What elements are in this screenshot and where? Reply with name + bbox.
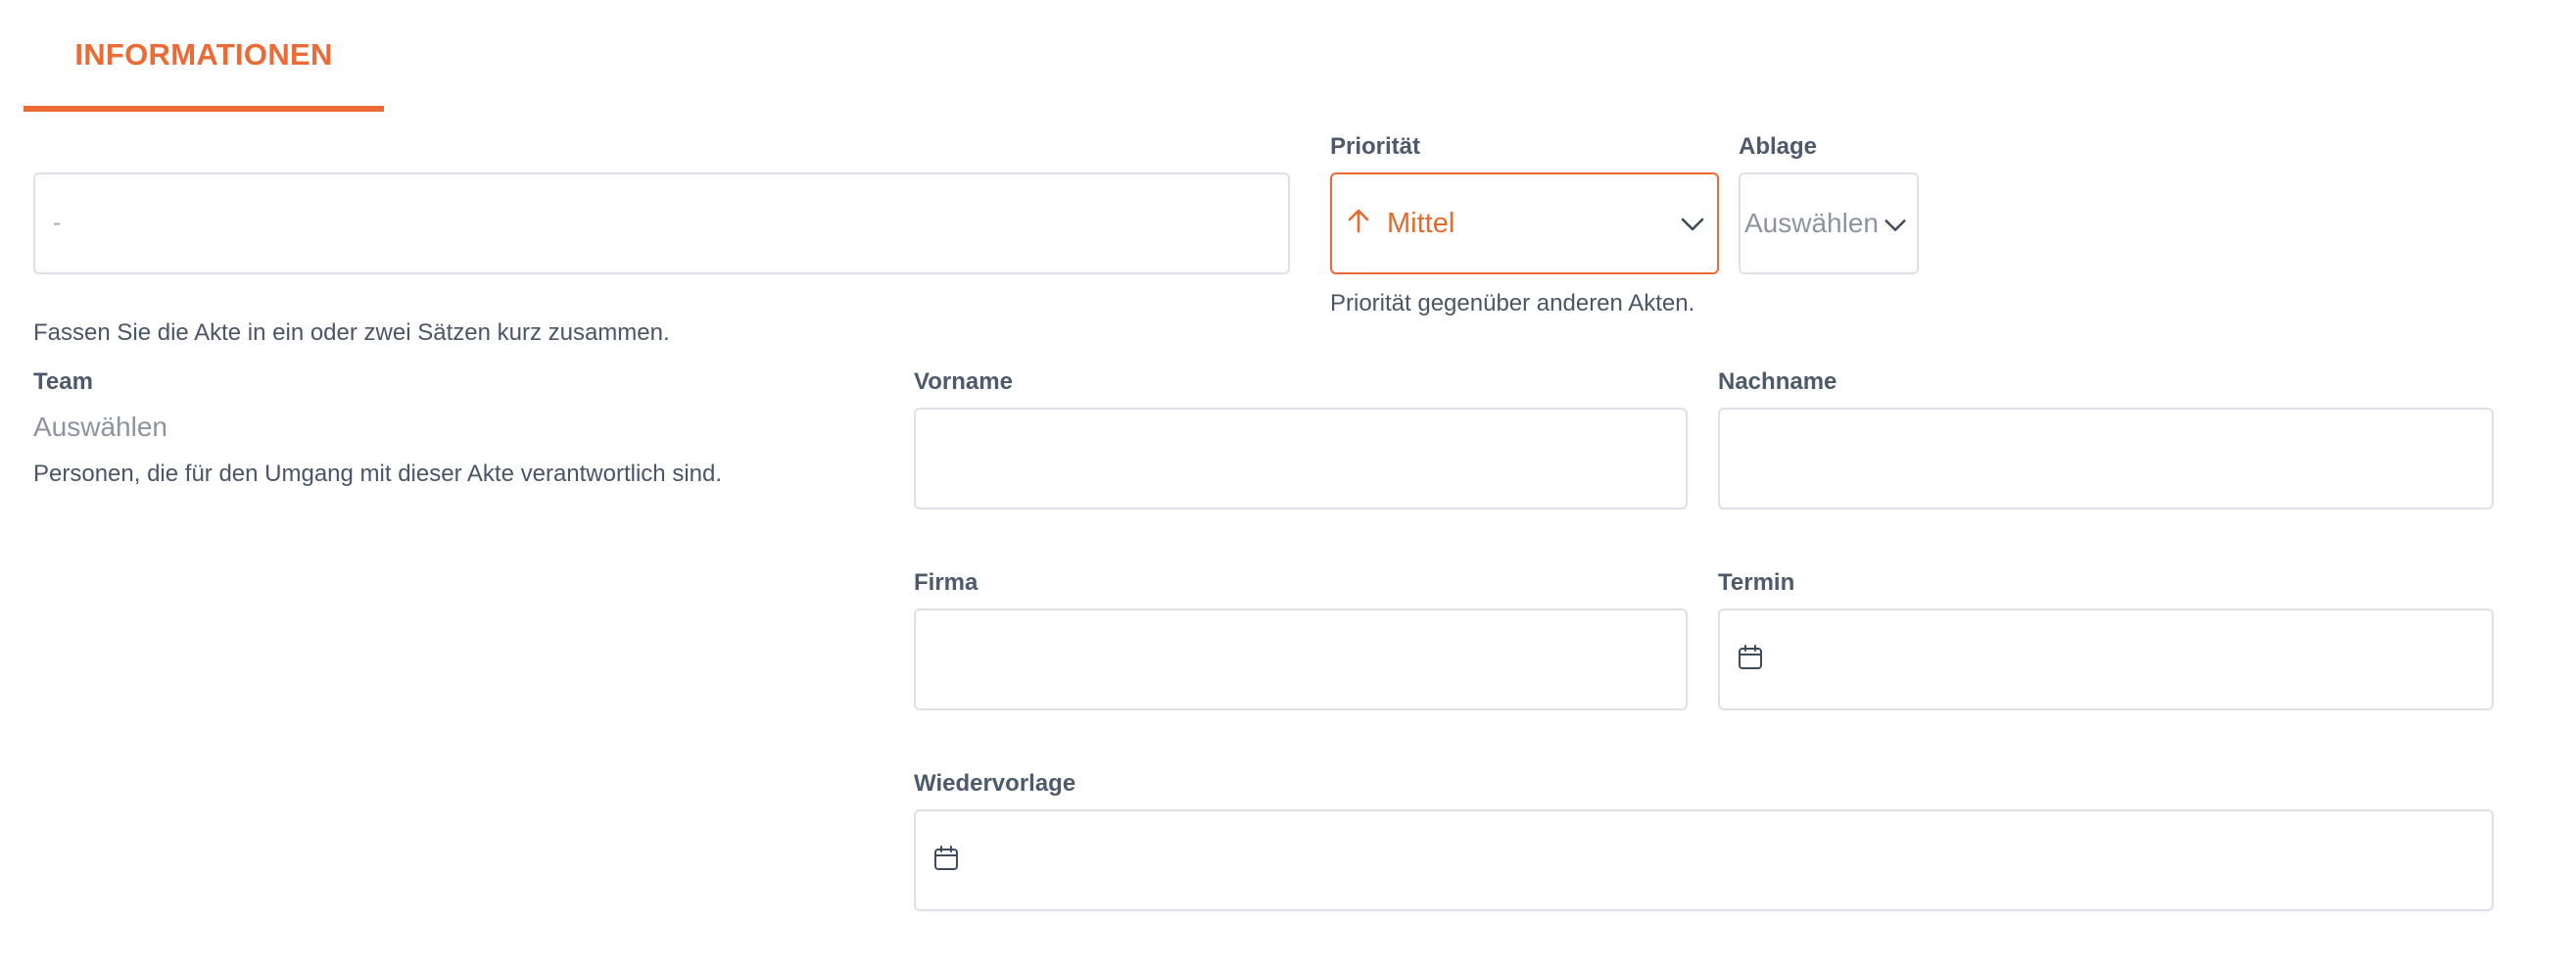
- tab-label: INFORMATIONEN: [74, 37, 333, 72]
- team-select[interactable]: Auswählen: [33, 412, 167, 443]
- summary-input[interactable]: -: [33, 172, 1290, 274]
- vorname-label: Vorname: [914, 368, 1013, 395]
- nachname-label: Nachname: [1718, 368, 1837, 395]
- priority-label: Priorität: [1330, 133, 1421, 160]
- summary-value: -: [53, 210, 61, 236]
- chevron-down-icon: [1882, 212, 1909, 244]
- priority-help: Priorität gegenüber anderen Akten.: [1330, 290, 1695, 316]
- team-help: Personen, die für den Umgang mit dieser …: [33, 461, 723, 487]
- priority-select[interactable]: Mittel: [1330, 172, 1719, 274]
- ablage-label: Ablage: [1739, 133, 1818, 160]
- chevron-down-icon: [1678, 210, 1707, 244]
- tab-informationen[interactable]: INFORMATIONEN: [24, 0, 384, 112]
- nachname-input[interactable]: [1718, 408, 2494, 510]
- team-label: Team: [33, 368, 93, 395]
- termin-label: Termin: [1718, 569, 1795, 596]
- firma-label: Firma: [914, 569, 978, 596]
- wiedervorlage-date-input[interactable]: [914, 809, 2494, 911]
- wiedervorlage-label: Wiedervorlage: [914, 770, 1076, 797]
- ablage-select[interactable]: Auswählen: [1739, 172, 1919, 274]
- priority-value: Mittel: [1387, 207, 1455, 239]
- calendar-icon[interactable]: [1736, 643, 1765, 677]
- vorname-input[interactable]: [914, 408, 1688, 510]
- informationen-form: INFORMATIONEN - Fassen Sie die Akte in e…: [0, 0, 2576, 972]
- summary-help: Fassen Sie die Akte in ein oder zwei Sät…: [33, 319, 670, 346]
- calendar-icon[interactable]: [931, 844, 961, 878]
- arrow-up-icon: [1344, 207, 1373, 241]
- firma-input[interactable]: [914, 608, 1688, 710]
- termin-date-input[interactable]: [1718, 608, 2494, 710]
- ablage-placeholder: Auswählen: [1744, 208, 1879, 238]
